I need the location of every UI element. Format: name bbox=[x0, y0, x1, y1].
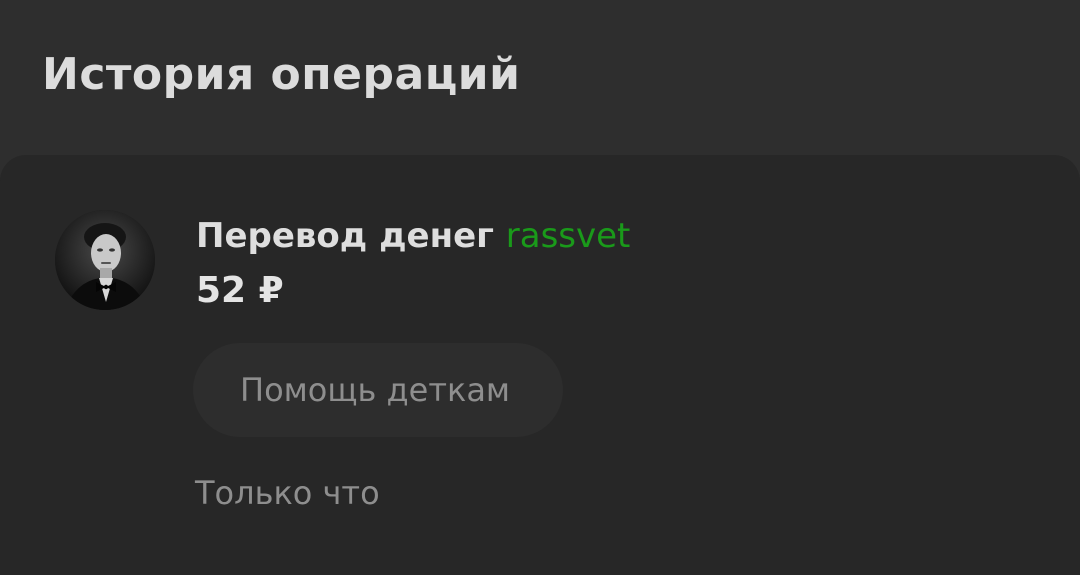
user-photo-icon bbox=[55, 210, 155, 310]
operation-type: Перевод денег bbox=[196, 216, 494, 256]
operation-time: Только что bbox=[195, 474, 380, 512]
operations-history-screen: История операций Перевод денег rassvet 5… bbox=[0, 0, 1080, 575]
comment-bubble: Помощь деткам bbox=[193, 343, 563, 437]
recipient-name[interactable]: rassvet bbox=[506, 216, 631, 256]
avatar[interactable] bbox=[55, 210, 155, 310]
operation-amount: 52 ₽ bbox=[196, 270, 284, 311]
operation-title: Перевод денег rassvet bbox=[196, 211, 630, 261]
page-title: История операций bbox=[42, 49, 521, 100]
